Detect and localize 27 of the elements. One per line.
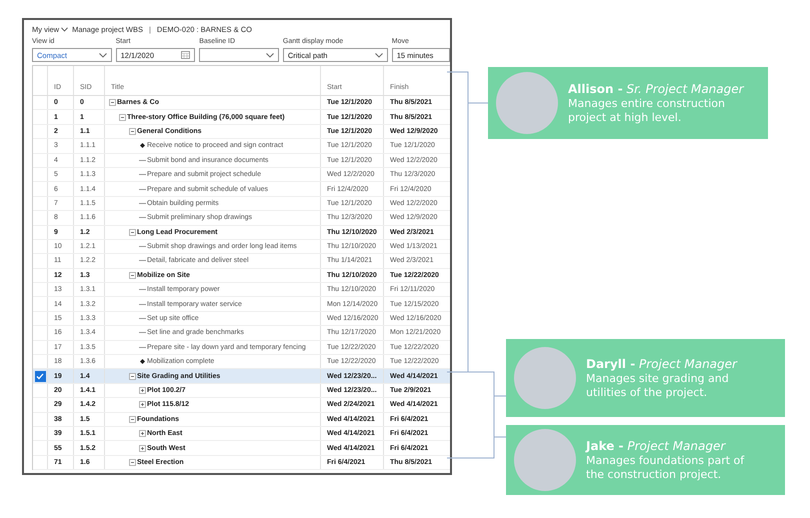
collapse-icon[interactable] <box>129 416 136 423</box>
expand-icon[interactable] <box>139 387 146 394</box>
expand-icon[interactable] <box>139 444 146 452</box>
chevron-down-icon <box>266 52 274 58</box>
chevron-down-icon <box>98 52 107 58</box>
collapse-icon[interactable] <box>129 458 136 466</box>
row-checkbox[interactable] <box>34 370 46 382</box>
collapse-icon[interactable] <box>109 99 116 106</box>
calendar-icon <box>181 51 190 59</box>
chevron-down-icon <box>374 52 383 58</box>
manager-description: Manages foundations part of the construction project. <box>586 454 746 482</box>
collapse-icon[interactable] <box>129 372 136 380</box>
collapse-icon[interactable] <box>129 128 136 135</box>
milestone-icon <box>139 358 146 366</box>
manager-name: Allison - Sr. Project Manager <box>568 82 744 96</box>
collapse-icon[interactable] <box>129 272 136 279</box>
manager-description: Manages entire construction project at high level. <box>568 96 726 124</box>
collapse-icon[interactable] <box>129 228 136 236</box>
manager-name: Jake - Project Manager <box>586 438 727 454</box>
collapse-icon[interactable] <box>119 114 126 121</box>
manager-name: Daryll - Project Manager <box>586 356 738 372</box>
manager-description: Manages site grading and utilities of the project. <box>586 372 730 400</box>
dropdown-field[interactable] <box>199 48 279 62</box>
milestone-icon <box>139 142 146 150</box>
chevron-down-icon <box>61 27 68 32</box>
expand-icon[interactable] <box>139 430 146 438</box>
expand-icon[interactable] <box>139 401 146 408</box>
